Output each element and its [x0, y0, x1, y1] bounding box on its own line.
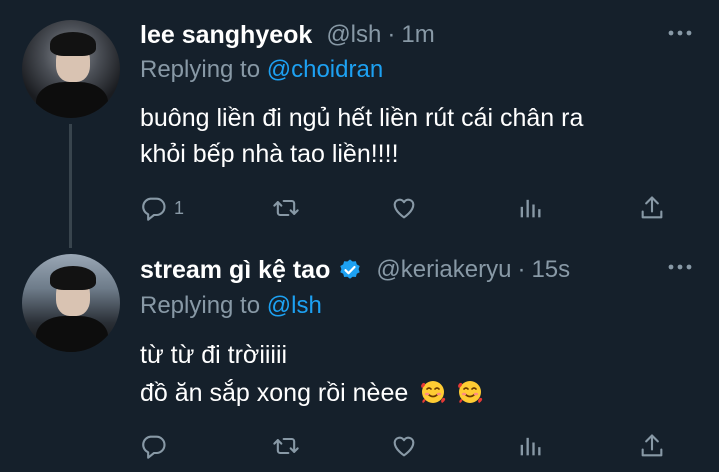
- action-bar: [140, 430, 680, 462]
- share-icon: [641, 196, 663, 219]
- action-bar: 1: [140, 192, 680, 224]
- analytics-button[interactable]: [516, 192, 544, 224]
- share-button[interactable]: [638, 192, 666, 224]
- tweet[interactable]: stream gì kệ tao @keriakeryu · 15s Reply…: [0, 240, 719, 472]
- thread-line: [69, 124, 72, 248]
- mention-link[interactable]: @choidran: [267, 56, 383, 83]
- tweet-text-line: đồ ăn sắp xong rồi nèee: [140, 379, 409, 407]
- replying-to: Replying to @choidran: [140, 56, 383, 84]
- smiling-face-with-hearts-icon: [458, 381, 483, 404]
- analytics-icon: [520, 199, 541, 218]
- tweet-text: từ từ đi trờiiiii đồ ăn sắp xong rồi nèe…: [140, 336, 700, 412]
- reply-icon: [142, 435, 166, 459]
- replying-prefix: Replying to: [140, 56, 261, 83]
- display-name[interactable]: lee sanghyeok: [140, 21, 312, 50]
- retweet-icon: [273, 199, 299, 217]
- tweet-header: stream gì kệ tao @keriakeryu · 15s: [140, 253, 570, 287]
- like-button[interactable]: [390, 430, 418, 462]
- share-icon: [641, 434, 663, 457]
- avatar[interactable]: [22, 20, 120, 118]
- tweet-text-line: khỏi bếp nhà tao liền!!!!: [140, 140, 399, 168]
- mention-link[interactable]: @lsh: [267, 292, 322, 319]
- handle[interactable]: @lsh: [326, 21, 381, 49]
- replying-prefix: Replying to: [140, 292, 261, 319]
- verified-icon: [340, 259, 361, 279]
- tweet-text: buông liền đi ngủ hết liền rút cái chân …: [140, 100, 700, 172]
- reply-icon: [142, 197, 166, 221]
- avatar[interactable]: [22, 254, 120, 352]
- separator-dot: ·: [387, 21, 396, 48]
- more-icon[interactable]: [667, 260, 693, 274]
- share-button[interactable]: [638, 430, 666, 462]
- like-button[interactable]: [390, 192, 418, 224]
- retweet-icon: [273, 437, 299, 455]
- tweet-text-line: từ từ đi trờiiiii: [140, 341, 288, 369]
- analytics-icon: [520, 437, 541, 456]
- tweet[interactable]: lee sanghyeok @lsh · 1m Replying to @cho…: [0, 0, 719, 248]
- smiling-face-with-hearts-icon: [421, 381, 446, 404]
- display-name[interactable]: stream gì kệ tao: [140, 256, 330, 285]
- handle[interactable]: @keriakeryu: [376, 256, 511, 284]
- reply-count: 1: [174, 197, 185, 218]
- separator-dot: ·: [517, 256, 526, 283]
- analytics-button[interactable]: [516, 430, 544, 462]
- timestamp[interactable]: 15s: [531, 256, 570, 284]
- reply-button[interactable]: 1: [140, 192, 184, 224]
- tweet-header: lee sanghyeok @lsh · 1m: [140, 18, 435, 52]
- more-icon[interactable]: [667, 26, 693, 40]
- retweet-button[interactable]: [272, 430, 300, 462]
- replying-to: Replying to @lsh: [140, 292, 322, 320]
- like-icon: [393, 198, 415, 219]
- reply-button[interactable]: [140, 430, 174, 462]
- tweet-text-line: buông liền đi ngủ hết liền rút cái chân …: [140, 104, 584, 132]
- retweet-button[interactable]: [272, 192, 300, 224]
- timestamp[interactable]: 1m: [401, 21, 434, 49]
- like-icon: [393, 436, 415, 457]
- tweet-text-line-with-emoji: đồ ăn sắp xong rồi nèee: [140, 374, 700, 412]
